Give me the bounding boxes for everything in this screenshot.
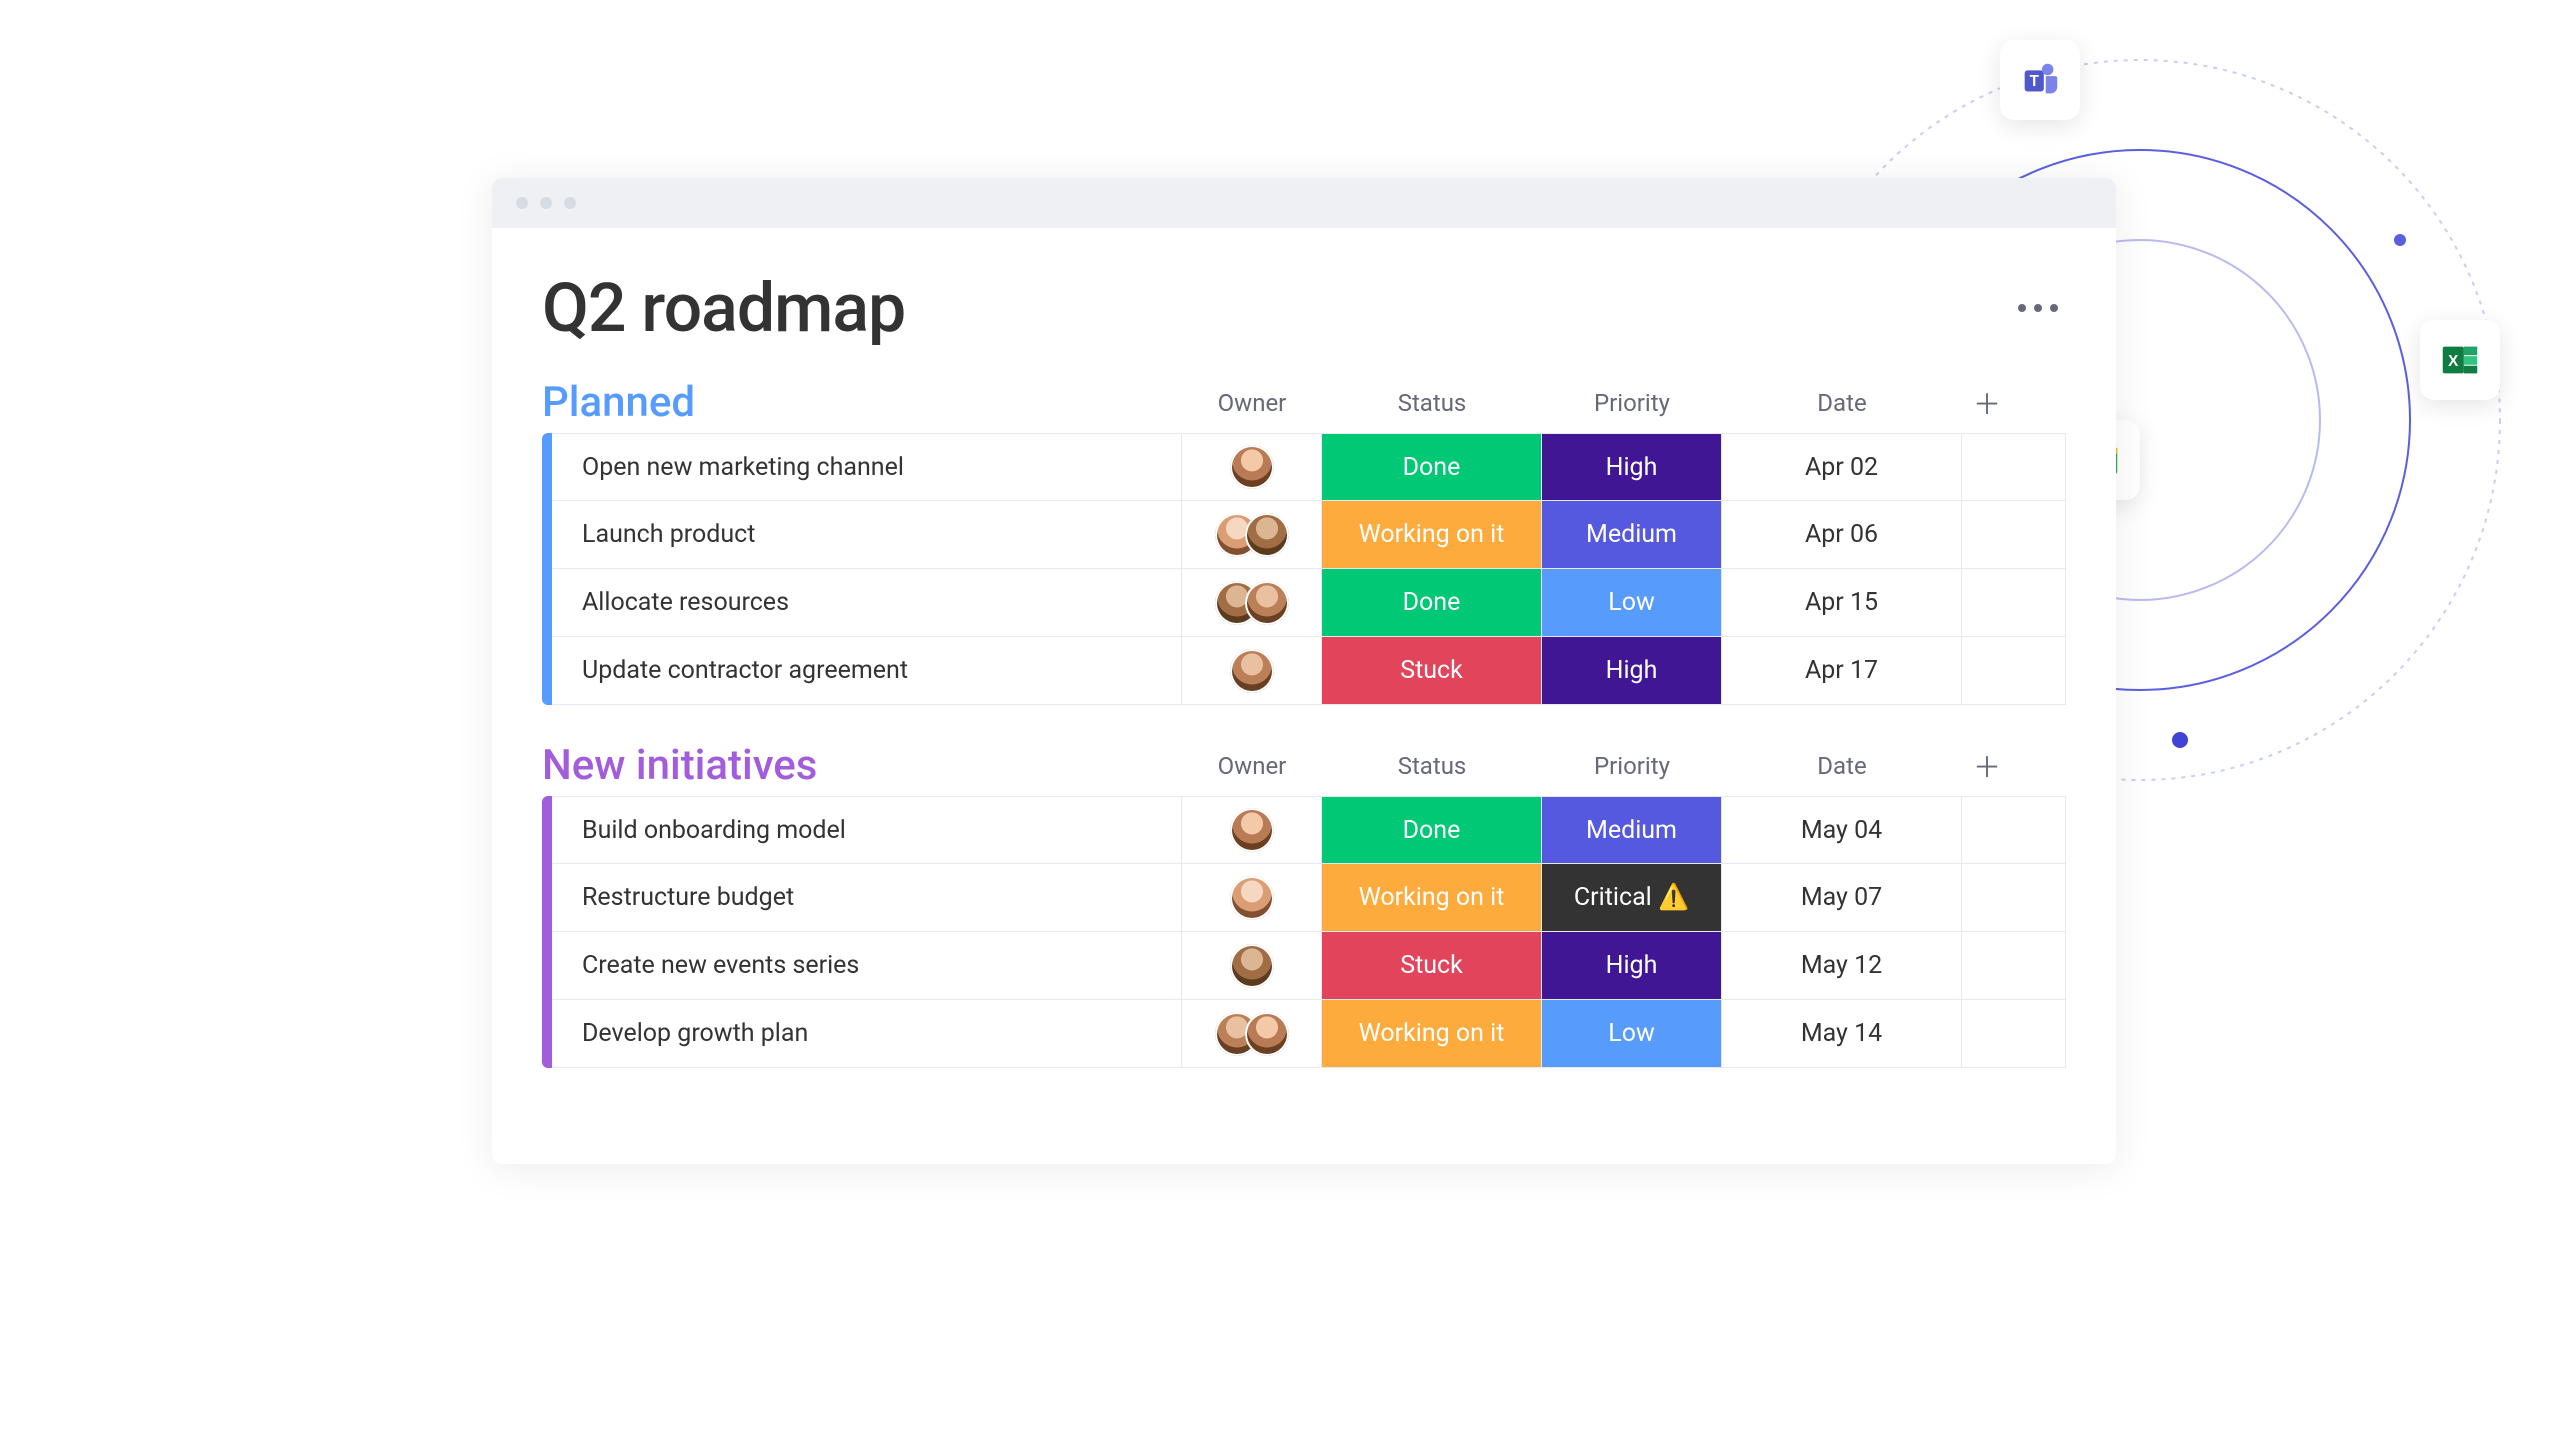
date-cell[interactable]: May 12 [1722,932,1962,999]
svg-text:T: T [2030,73,2040,90]
task-cell[interactable]: Build onboarding model [552,797,1182,863]
task-cell[interactable]: Develop growth plan [552,1000,1182,1067]
priority-cell[interactable]: Low [1542,1000,1722,1067]
column-header-priority[interactable]: Priority [1542,389,1722,417]
page-title: Q2 roadmap [542,268,905,348]
date-cell[interactable]: May 04 [1722,797,1962,863]
plus-icon: ＋ [1973,746,2001,786]
extra-cell [1962,637,2012,704]
avatar [1230,649,1274,693]
table-row[interactable]: Build onboarding model DoneMediumMay 04 [552,796,2066,864]
column-header-owner[interactable]: Owner [1182,389,1322,417]
integration-excel-icon: X [2420,320,2500,400]
group-title[interactable]: New initiatives [542,741,1182,790]
task-cell[interactable]: Create new events series [552,932,1182,999]
priority-cell[interactable]: Medium [1542,797,1722,863]
priority-cell[interactable]: Critical ⚠️ [1542,864,1722,931]
date-cell[interactable]: Apr 17 [1722,637,1962,704]
task-cell[interactable]: Update contractor agreement [552,637,1182,704]
avatar [1230,445,1274,489]
group-title[interactable]: Planned [542,378,1182,427]
owner-cell[interactable] [1182,501,1322,568]
extra-cell [1962,434,2012,500]
owner-cell[interactable] [1182,434,1322,500]
date-cell[interactable]: Apr 06 [1722,501,1962,568]
avatar [1230,876,1274,920]
column-header-date[interactable]: Date [1722,752,1962,780]
traffic-light-dot [540,197,552,209]
owner-cell[interactable] [1182,932,1322,999]
extra-cell [1962,569,2012,636]
window-titlebar [492,178,2116,228]
add-column-button[interactable]: ＋ [1962,746,2012,786]
task-cell[interactable]: Launch product [552,501,1182,568]
date-cell[interactable]: May 07 [1722,864,1962,931]
task-cell[interactable]: Open new marketing channel [552,434,1182,500]
integration-teams-icon: T [2000,40,2080,120]
group-rows: Build onboarding modelDoneMediumMay 04Re… [542,796,2066,1068]
group-header: PlannedOwnerStatusPriorityDate ＋ [542,378,2066,427]
status-cell[interactable]: Done [1322,797,1542,863]
avatar [1245,513,1289,557]
priority-cell[interactable]: Medium [1542,501,1722,568]
avatar [1230,944,1274,988]
avatar [1245,581,1289,625]
owner-cell[interactable] [1182,569,1322,636]
svg-text:X: X [2448,353,2459,370]
table-row[interactable]: Allocate resources DoneLowApr 15 [552,569,2066,637]
task-cell[interactable]: Allocate resources [552,569,1182,636]
table-row[interactable]: Open new marketing channel DoneHighApr 02 [552,433,2066,501]
group-header: New initiativesOwnerStatusPriorityDate ＋ [542,741,2066,790]
column-header-status[interactable]: Status [1322,752,1542,780]
date-cell[interactable]: Apr 02 [1722,434,1962,500]
avatar [1230,808,1274,852]
priority-cell[interactable]: High [1542,932,1722,999]
ellipsis-icon [2034,304,2042,312]
date-cell[interactable]: May 14 [1722,1000,1962,1067]
owner-cell[interactable] [1182,637,1322,704]
status-cell[interactable]: Done [1322,434,1542,500]
owner-cell[interactable] [1182,864,1322,931]
table-row[interactable]: Launch product Working on itMediumApr 06 [552,501,2066,569]
group: PlannedOwnerStatusPriorityDate ＋ Open new … [542,378,2066,705]
add-column-button[interactable]: ＋ [1962,383,2012,423]
board-window: Q2 roadmap PlannedOwnerStatusPriorityDat… [492,178,2116,1164]
extra-cell [1962,1000,2012,1067]
owner-cell[interactable] [1182,797,1322,863]
priority-cell[interactable]: Low [1542,569,1722,636]
extra-cell [1962,932,2012,999]
priority-cell[interactable]: High [1542,637,1722,704]
column-header-priority[interactable]: Priority [1542,752,1722,780]
task-cell[interactable]: Restructure budget [552,864,1182,931]
more-button[interactable] [2010,296,2066,320]
ellipsis-icon [2018,304,2026,312]
extra-cell [1962,501,2012,568]
table-row[interactable]: Develop growth plan Working on itLowMay 1… [552,1000,2066,1068]
traffic-light-dot [516,197,528,209]
extra-cell [1962,797,2012,863]
table-row[interactable]: Update contractor agreement StuckHighApr … [552,637,2066,705]
group: New initiativesOwnerStatusPriorityDate ＋ B… [542,741,2066,1068]
plus-icon: ＋ [1973,383,2001,423]
status-cell[interactable]: Done [1322,569,1542,636]
owner-cell[interactable] [1182,1000,1322,1067]
table-row[interactable]: Create new events series StuckHighMay 12 [552,932,2066,1000]
date-cell[interactable]: Apr 15 [1722,569,1962,636]
priority-cell[interactable]: High [1542,434,1722,500]
extra-cell [1962,864,2012,931]
table-row[interactable]: Restructure budget Working on itCritical … [552,864,2066,932]
group-rows: Open new marketing channelDoneHighApr 02… [542,433,2066,705]
column-header-date[interactable]: Date [1722,389,1962,417]
status-cell[interactable]: Stuck [1322,637,1542,704]
status-cell[interactable]: Stuck [1322,932,1542,999]
status-cell[interactable]: Working on it [1322,1000,1542,1067]
ellipsis-icon [2050,304,2058,312]
avatar [1245,1012,1289,1056]
traffic-light-dot [564,197,576,209]
column-header-owner[interactable]: Owner [1182,752,1322,780]
column-header-status[interactable]: Status [1322,389,1542,417]
status-cell[interactable]: Working on it [1322,864,1542,931]
status-cell[interactable]: Working on it [1322,501,1542,568]
